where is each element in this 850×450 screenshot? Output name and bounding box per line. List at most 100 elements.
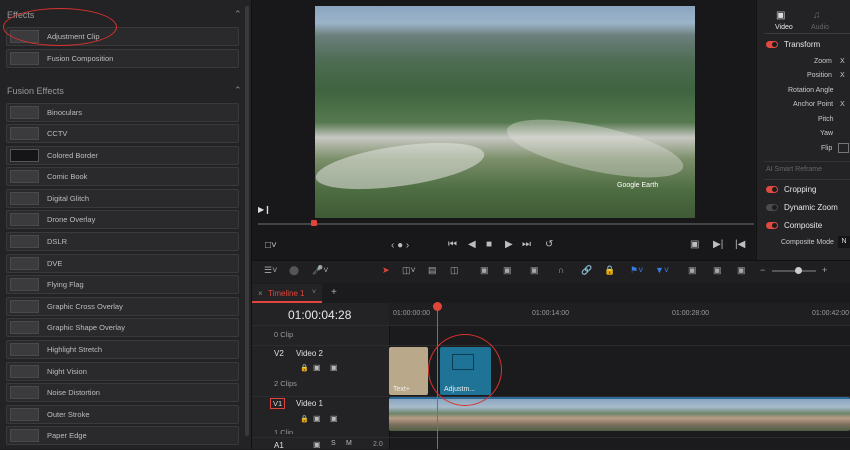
effect-item[interactable]: Drone Overlay bbox=[6, 210, 239, 229]
zoom-slider-handle[interactable] bbox=[795, 267, 802, 274]
dynamic-zoom-toggle[interactable] bbox=[766, 204, 778, 211]
replace-clip-icon[interactable]: ▣ bbox=[530, 265, 539, 276]
dynamic-trim-icon[interactable]: ◫ bbox=[450, 265, 459, 276]
dynamic-zoom-title: Dynamic Zoom bbox=[784, 203, 838, 212]
voiceover-mic-icon[interactable]: 🎤˅ bbox=[312, 265, 328, 276]
effect-thumbnail-icon bbox=[10, 127, 39, 140]
effect-item[interactable]: Night Vision bbox=[6, 362, 239, 381]
auto-select-icon[interactable]: ▣ bbox=[313, 440, 321, 449]
go-to-start-icon[interactable]: ⏮ bbox=[448, 239, 457, 250]
trim-tool-icon[interactable]: ◫˅ bbox=[402, 265, 416, 276]
link-icon[interactable]: 🔗 bbox=[581, 265, 592, 276]
flip-button[interactable] bbox=[838, 143, 849, 153]
timeline-playhead-handle[interactable] bbox=[433, 302, 442, 311]
effect-thumbnail-icon bbox=[10, 106, 39, 119]
lock-icon[interactable]: 🔒 bbox=[604, 265, 615, 276]
zoom-full-icon[interactable]: ▣ bbox=[688, 265, 697, 276]
effect-item[interactable]: Graphic Cross Overlay bbox=[6, 297, 239, 316]
effect-item-label: Graphic Cross Overlay bbox=[47, 302, 123, 311]
panel-scrollbar[interactable] bbox=[245, 6, 249, 436]
tab-video[interactable]: Video bbox=[775, 24, 793, 31]
track-id-v1[interactable]: V1 bbox=[270, 398, 286, 409]
add-timeline-icon[interactable]: + bbox=[331, 287, 337, 298]
effect-item[interactable]: Outer Stroke bbox=[6, 405, 239, 424]
effect-item-label: Drone Overlay bbox=[47, 215, 96, 224]
effect-item[interactable]: DVE bbox=[6, 254, 239, 273]
viewer-scrubber-bar[interactable] bbox=[258, 223, 754, 225]
video-tab-icon: ▣ bbox=[776, 10, 786, 21]
track-name-v1[interactable]: Video 1 bbox=[296, 399, 323, 408]
effect-item[interactable]: Digital Glitch bbox=[6, 189, 239, 208]
effect-item[interactable]: CCTV bbox=[6, 124, 239, 143]
track-id-v2[interactable]: V2 bbox=[274, 349, 284, 358]
effect-item[interactable]: DSLR bbox=[6, 232, 239, 251]
next-edit-icon[interactable]: ▶| bbox=[713, 239, 723, 250]
enable-track-icon[interactable]: ▣ bbox=[330, 414, 338, 423]
collapse-chevron-icon[interactable]: ⌃ bbox=[234, 85, 242, 96]
effect-item[interactable]: Highlight Stretch bbox=[6, 340, 239, 359]
transform-toggle[interactable] bbox=[766, 41, 778, 48]
timeline-tab[interactable]: × Timeline 1 ˅ bbox=[252, 284, 322, 303]
loop-icon[interactable]: ↺ bbox=[545, 239, 553, 250]
composite-toggle[interactable] bbox=[766, 222, 778, 229]
effect-item[interactable]: Colored Border bbox=[6, 146, 239, 165]
viewer-options-icon[interactable]: □˅ bbox=[265, 240, 277, 251]
overwrite-clip-icon[interactable]: ▣ bbox=[503, 265, 512, 276]
marker-icon[interactable]: ▼˅ bbox=[655, 265, 669, 275]
track-clip-count: 1 Clip bbox=[274, 428, 294, 434]
zoom-custom-icon[interactable]: ▣ bbox=[737, 265, 746, 276]
effect-item-label: Graphic Shape Overlay bbox=[47, 323, 125, 332]
auto-select-icon[interactable]: ▣ bbox=[313, 414, 321, 423]
zoom-out-icon[interactable]: − bbox=[760, 265, 765, 275]
timeline-options-icon[interactable]: ☰˅ bbox=[264, 265, 277, 276]
flag-icon[interactable]: ⚑˅ bbox=[630, 265, 643, 276]
blade-tool-icon[interactable]: ▤ bbox=[428, 265, 437, 276]
composite-mode-select[interactable]: N bbox=[838, 236, 850, 248]
tab-audio[interactable]: Audio bbox=[811, 24, 829, 31]
enable-track-icon[interactable]: ▣ bbox=[330, 363, 338, 372]
zoom-detail-icon[interactable]: ▣ bbox=[713, 265, 722, 276]
stop-icon[interactable]: ■ bbox=[486, 239, 492, 250]
timeline-ruler[interactable] bbox=[389, 303, 850, 326]
toggle-icon[interactable]: ⬤ bbox=[289, 265, 299, 276]
play-reverse-icon[interactable]: ◀ bbox=[468, 239, 476, 250]
effect-item[interactable]: Flying Flag bbox=[6, 275, 239, 294]
effect-item[interactable]: Comic Book bbox=[6, 167, 239, 186]
rotation-angle-label: Rotation Angle bbox=[788, 87, 834, 94]
ruler-tick-label: 01:00:14:00 bbox=[532, 310, 569, 317]
text-clip[interactable]: Text+ bbox=[389, 347, 428, 395]
composite-mode-label: Composite Mode bbox=[781, 239, 834, 246]
track-clip-count: 2 Clips bbox=[274, 379, 297, 388]
prev-edit-icon[interactable]: |◀ bbox=[735, 239, 745, 250]
mute-button[interactable]: M bbox=[346, 440, 352, 447]
collapse-chevron-icon[interactable]: ⌃ bbox=[234, 9, 242, 20]
insert-clip-icon[interactable]: ▣ bbox=[480, 265, 489, 276]
match-frame-icon[interactable]: ▣ bbox=[690, 239, 699, 250]
snapping-magnet-icon[interactable]: ∩ bbox=[558, 265, 564, 275]
lock-track-icon[interactable]: 🔒 bbox=[300, 364, 309, 372]
viewer-frame-image[interactable]: Google Earth bbox=[315, 6, 695, 218]
effect-item-fusion-composition[interactable]: Fusion Composition bbox=[6, 49, 239, 68]
viewer-playhead-marker[interactable] bbox=[311, 220, 317, 226]
jog-control-icon[interactable]: ‹ ● › bbox=[391, 240, 409, 251]
dropdown-chevron-icon[interactable]: ˅ bbox=[312, 289, 316, 296]
tab-divider bbox=[764, 33, 850, 34]
auto-select-icon[interactable]: ▣ bbox=[313, 363, 321, 372]
zoom-in-icon[interactable]: + bbox=[822, 265, 827, 275]
effect-item[interactable]: Noise Distortion bbox=[6, 383, 239, 402]
effect-item-label: Digital Glitch bbox=[47, 194, 90, 203]
zoom-slider[interactable] bbox=[772, 270, 816, 272]
timecode-display[interactable]: 01:00:04:28 bbox=[288, 308, 351, 322]
go-to-end-icon[interactable]: ⏭ bbox=[522, 239, 531, 250]
effect-item[interactable]: Paper Edge bbox=[6, 426, 239, 445]
effect-item[interactable]: Binoculars bbox=[6, 103, 239, 122]
track-name-v2[interactable]: Video 2 bbox=[296, 349, 323, 358]
solo-button[interactable]: S bbox=[331, 440, 336, 447]
lock-track-icon[interactable]: 🔒 bbox=[300, 415, 309, 423]
effect-item[interactable]: Graphic Shape Overlay bbox=[6, 318, 239, 337]
effect-thumbnail-icon bbox=[10, 321, 39, 334]
close-icon[interactable]: × bbox=[258, 289, 263, 298]
play-icon[interactable]: ▶ bbox=[505, 239, 513, 250]
selection-tool-icon[interactable]: ➤ bbox=[382, 265, 390, 276]
cropping-toggle[interactable] bbox=[766, 186, 778, 193]
